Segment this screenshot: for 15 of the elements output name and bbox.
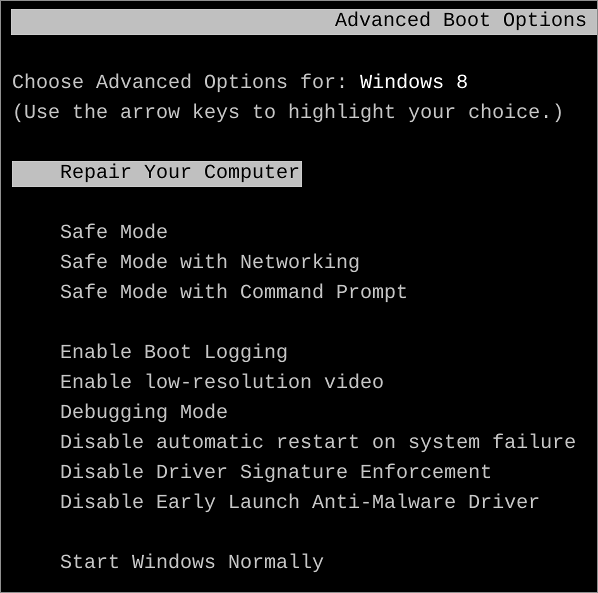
boot-option[interactable]: Enable Boot Logging xyxy=(12,341,290,367)
boot-option[interactable]: Safe Mode xyxy=(12,221,170,247)
boot-option[interactable]: Safe Mode with Networking xyxy=(12,251,362,277)
boot-option[interactable]: Disable Driver Signature Enforcement xyxy=(12,461,494,487)
boot-option[interactable]: Safe Mode with Command Prompt xyxy=(12,281,410,307)
boot-option[interactable]: Repair Your Computer xyxy=(12,161,302,187)
boot-option[interactable]: Start Windows Normally xyxy=(12,551,326,577)
os-name: Windows 8 xyxy=(360,71,468,97)
boot-option[interactable]: Enable low-resolution video xyxy=(12,371,386,397)
boot-option[interactable]: Disable automatic restart on system failure xyxy=(12,431,578,457)
hint-text: (Use the arrow keys to highlight your choice.) xyxy=(12,102,564,125)
prompt-label: Choose Advanced Options for: xyxy=(12,71,350,97)
boot-option[interactable]: Debugging Mode xyxy=(12,401,230,427)
screen-title: Advanced Boot Options xyxy=(334,9,587,35)
boot-option[interactable]: Disable Early Launch Anti-Malware Driver xyxy=(12,491,542,517)
